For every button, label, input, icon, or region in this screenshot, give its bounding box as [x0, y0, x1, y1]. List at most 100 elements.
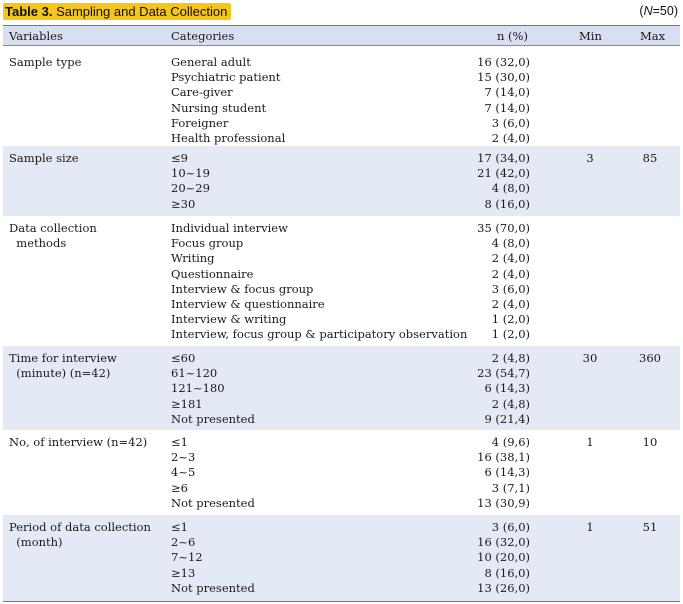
n-percent-value: 8 (16,0) [484, 196, 530, 211]
category-label: ≤60 [171, 351, 196, 365]
n-percent-value: 1 (2,0) [491, 312, 530, 327]
variable-label: No, of interview (n=42) [9, 435, 148, 449]
variable-label: Time for interview [9, 351, 117, 365]
n-percent-value: 16 (32,0) [477, 55, 530, 69]
category-label: Care-giver [171, 85, 233, 100]
n-percent-value: 2 (4,0) [491, 296, 530, 311]
variable-cell: Period of data collection (month) [9, 520, 151, 550]
categories-cell: ≤1 2~3 4~5 ≥6 Not presented [171, 435, 255, 511]
category-label: 10~19 [171, 166, 210, 181]
category-label: Not presented [171, 580, 255, 595]
n-percent-value: 35 (70,0) [477, 221, 530, 235]
n-percent-value: 2 (4,0) [491, 266, 530, 281]
n-percent-cell: 4 (9,6) 16 (38,1) 6 (14,3) 3 (7,1) 13 (30,9) [477, 435, 530, 511]
variable-label: Sample type [9, 55, 82, 69]
variable-label: Period of data collection [9, 520, 151, 534]
n-percent-value: 13 (26,0) [477, 580, 530, 595]
category-label: Questionnaire [171, 266, 254, 281]
max-value: 85 [642, 151, 658, 165]
category-label: Interview & focus group [171, 281, 314, 296]
table-number: Table 3. [5, 4, 53, 19]
n-percent-value: 17 (34,0) [477, 151, 530, 165]
variable-cell: Sample type [9, 55, 81, 70]
category-label: ≤1 [171, 520, 188, 534]
sample-size-note: (N=50) [639, 4, 678, 18]
categories-cell: General adult Psychiatric patient Care-giv… [171, 55, 285, 146]
max-value: 360 [639, 351, 661, 365]
n-percent-value: 2 (4,0) [491, 251, 530, 266]
n-percent-value: 6 (14,3) [484, 465, 530, 480]
variable-label: (minute) (n=42) [9, 366, 111, 381]
table-title: Table 3. Sampling and Data Collection [3, 3, 232, 20]
category-label: Not presented [171, 411, 255, 426]
n-percent-cell: 35 (70,0) 4 (8,0) 2 (4,0) 2 (4,0) 3 (6,0) 2 (… [477, 221, 530, 343]
n-percent-value: 3 (6,0) [491, 281, 530, 296]
n-percent-cell: 16 (32,0) 15 (30,0) 7 (14,0) 7 (14,0) 3 (6,0… [477, 55, 530, 146]
header-variables: Variables [9, 29, 63, 43]
header-n-percent: n (%) [497, 29, 528, 43]
category-label: ≥181 [171, 396, 203, 411]
min-value: 30 [582, 351, 598, 365]
n-percent-value: 23 (54,7) [477, 366, 530, 381]
n-percent-value: 16 (32,0) [477, 535, 530, 550]
n-percent-cell: 17 (34,0) 21 (42,0) 4 (8,0) 8 (16,0) [477, 151, 530, 212]
variable-cell: Sample size [9, 151, 79, 166]
category-label: Interview, focus group & participatory o… [171, 327, 468, 342]
n-percent-value: 6 (14,3) [484, 381, 530, 396]
variable-label: (month) [9, 535, 63, 550]
table-title-text: Sampling and Data Collection [52, 4, 228, 19]
category-label: Interview & questionnaire [171, 296, 325, 311]
n-percent-value: 7 (14,0) [484, 100, 530, 115]
n-percent-value: 13 (30,9) [477, 495, 530, 510]
categories-cell: Individual interview Focus group Writing Qu… [171, 221, 467, 343]
n-percent-value: 1 (2,0) [491, 327, 530, 342]
bottom-rule [3, 601, 680, 602]
category-label: Foreigner [171, 115, 229, 130]
min-value: 1 [586, 435, 594, 449]
n-percent-cell: 3 (6,0) 16 (32,0) 10 (20,0) 8 (16,0) 13 (26,… [477, 520, 530, 596]
table-header-row: Variables Categories n (%) Min Max [3, 26, 680, 46]
category-label: ≥30 [171, 196, 196, 211]
category-label: 4~5 [171, 465, 196, 480]
table-caption: Table 3. Sampling and Data Collection (N… [3, 3, 680, 20]
row-group: Data collection methods Individual interv… [3, 216, 680, 346]
category-label: Focus group [171, 236, 244, 251]
n-percent-value: 3 (7,1) [491, 480, 530, 495]
min-value: 1 [586, 520, 594, 534]
row-group: Time for interview (minute) (n=42) ≤60 61~… [3, 346, 680, 430]
variable-label: methods [9, 236, 67, 251]
category-label: General adult [171, 55, 251, 69]
variable-cell: Data collection methods [9, 221, 97, 251]
n-percent-value: 3 (6,0) [491, 520, 530, 534]
category-label: Nursing student [171, 100, 267, 115]
category-label: 2~3 [171, 450, 196, 465]
category-label: 7~12 [171, 550, 203, 565]
n-percent-value: 4 (9,6) [491, 435, 530, 449]
row-group: No, of interview (n=42) ≤1 2~3 4~5 ≥6 Not pre… [3, 430, 680, 515]
variable-cell: No, of interview (n=42) [9, 435, 147, 450]
category-label: Psychiatric patient [171, 70, 281, 85]
n-percent-value: 16 (38,1) [477, 450, 530, 465]
variable-label: Sample size [9, 151, 79, 165]
variable-label: Data collection [9, 221, 97, 235]
category-label: ≤1 [171, 435, 188, 449]
categories-cell: ≤9 10~19 20~29 ≥30 [171, 151, 210, 212]
row-group: Period of data collection (month) ≤1 2~6 7~… [3, 515, 680, 601]
row-group: Sample type General adult Psychiatric pati… [3, 50, 680, 146]
categories-cell: ≤60 61~120 121~180 ≥181 Not presented [171, 351, 255, 427]
category-label: Not presented [171, 495, 255, 510]
category-label: Health professional [171, 130, 286, 145]
n-percent-value: 4 (8,0) [491, 181, 530, 196]
variable-cell: Time for interview (minute) (n=42) [9, 351, 117, 381]
category-label: 61~120 [171, 366, 218, 381]
category-label: 2~6 [171, 535, 196, 550]
header-max: Max [640, 29, 666, 43]
n-percent-value: 10 (20,0) [477, 550, 530, 565]
category-label: 20~29 [171, 181, 210, 196]
category-label: ≤9 [171, 151, 188, 165]
category-label: ≥6 [171, 480, 188, 495]
n-percent-value: 8 (16,0) [484, 565, 530, 580]
n-percent-value: 15 (30,0) [477, 70, 530, 85]
n-percent-cell: 2 (4,8) 23 (54,7) 6 (14,3) 2 (4,8) 9 (21,4) [477, 351, 530, 427]
categories-cell: ≤1 2~6 7~12 ≥13 Not presented [171, 520, 255, 596]
